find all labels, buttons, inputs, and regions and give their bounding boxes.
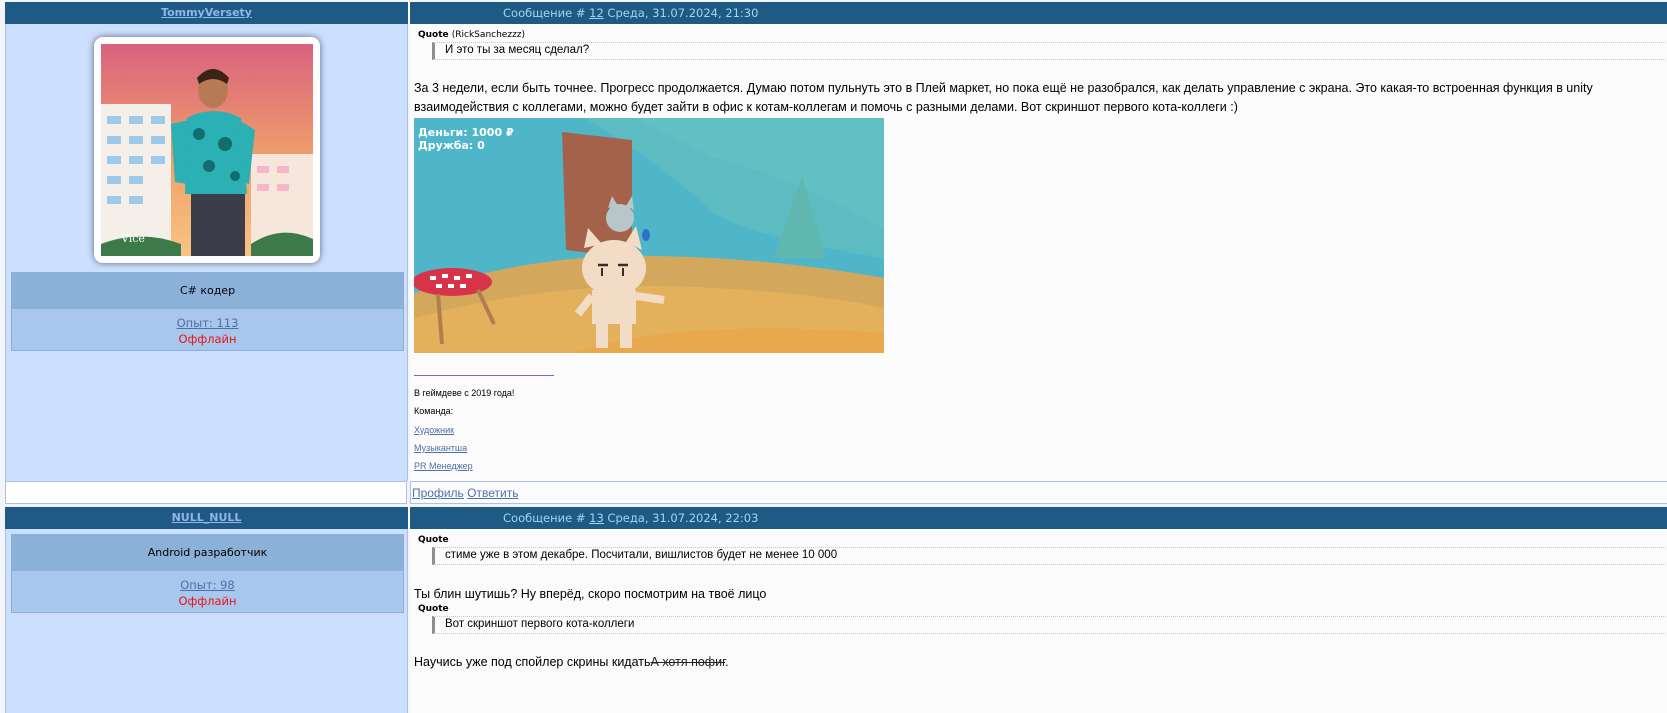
user-panel-tommyversety: Vice C# кодер Опыт: 113 Оффлайн bbox=[5, 24, 408, 481]
post-number-link[interactable]: 13 bbox=[589, 511, 604, 525]
signature-line-1: В геймдеве с 2019 года! bbox=[414, 388, 515, 398]
post-author-cell: NULL_NULL bbox=[5, 507, 408, 529]
signature-link-artist[interactable]: Художник bbox=[414, 425, 454, 435]
quote-box: И это ты за месяц сделал? bbox=[432, 42, 1667, 60]
game-screenshot: Деньги: 1000 ₽ Дружба: 0 bbox=[412, 118, 884, 353]
signature-divider bbox=[414, 375, 554, 376]
post-footer-left bbox=[5, 481, 407, 504]
avatar: Vice bbox=[94, 37, 320, 263]
post-meta: Сообщение # 12 Среда, 31.07.2024, 21:30 bbox=[503, 2, 758, 24]
user-rank: Android разработчик bbox=[12, 535, 403, 571]
signature-link-musician[interactable]: Музыкантша bbox=[414, 443, 467, 453]
experience-link[interactable]: Опыт: 113 bbox=[177, 316, 239, 330]
post-text-line-1: За 3 недели, если быть точнее. Прогресс … bbox=[414, 81, 1593, 95]
signature-link-pr-manager[interactable]: PR Менеджер bbox=[414, 461, 473, 471]
reply-link[interactable]: Ответить bbox=[467, 486, 518, 500]
author-link-null-null[interactable]: NULL_NULL bbox=[172, 511, 242, 524]
profile-link[interactable]: Профиль bbox=[412, 486, 464, 500]
post-date: Среда, 31.07.2024, 22:03 bbox=[607, 511, 759, 525]
post-body-13: Quote стиме уже в этом декабре. Посчитал… bbox=[410, 529, 1667, 713]
quote-label: Quote (RickSanchezzz) bbox=[418, 30, 526, 40]
post-footer-actions: Профиль Ответить bbox=[410, 481, 1667, 504]
quote-box: стиме уже в этом декабре. Посчитали, виш… bbox=[432, 547, 1667, 565]
svg-text:Vice: Vice bbox=[120, 232, 145, 245]
author-link-tommyversety[interactable]: TommyVersety bbox=[161, 6, 252, 19]
post-meta-prefix: Сообщение # bbox=[503, 6, 586, 20]
quote-label: Quote bbox=[418, 535, 449, 545]
status-offline: Оффлайн bbox=[178, 332, 237, 346]
status-offline: Оффлайн bbox=[178, 594, 237, 608]
post-text-line-2: Научись уже под спойлер скрины кидатьА х… bbox=[414, 653, 729, 672]
game-friendship-label: Дружба: 0 bbox=[418, 139, 485, 152]
post-header-12: TommyVersety Сообщение # 12 Среда, 31.07… bbox=[5, 2, 1667, 24]
avatar-image: Vice bbox=[101, 44, 313, 256]
quote-box-2: Вот скриншот первого кота-коллеги bbox=[432, 616, 1667, 634]
experience-link[interactable]: Опыт: 98 bbox=[180, 578, 235, 592]
header-separator bbox=[408, 2, 410, 24]
post-body-12: Quote (RickSanchezzz) И это ты за месяц … bbox=[410, 24, 1667, 481]
post-meta-prefix: Сообщение # bbox=[503, 511, 586, 525]
post-number-link[interactable]: 12 bbox=[589, 6, 604, 20]
post-text-strikethrough: А хотя пофиг bbox=[650, 655, 726, 669]
post-header-13: NULL_NULL Сообщение # 13 Среда, 31.07.20… bbox=[5, 507, 1667, 529]
post-text-main: Научись уже под спойлер скрины кидать bbox=[414, 655, 651, 669]
post-text-line-2: взаимодействия с коллегами, можно будет … bbox=[414, 100, 1238, 114]
user-rank-box: C# кодер Опыт: 113 Оффлайн bbox=[11, 272, 404, 351]
header-separator bbox=[408, 507, 410, 529]
user-rank-box: Android разработчик Опыт: 98 Оффлайн bbox=[11, 534, 404, 613]
game-money-label: Деньги: 1000 ₽ bbox=[418, 126, 514, 139]
user-rank: C# кодер bbox=[12, 273, 403, 309]
post-meta: Сообщение # 13 Среда, 31.07.2024, 22:03 bbox=[503, 507, 758, 529]
avatar-illustration: Vice bbox=[101, 44, 313, 256]
quote-label-2: Quote bbox=[418, 604, 449, 614]
post-author-cell: TommyVersety bbox=[5, 2, 408, 24]
user-panel-null-null: Android разработчик Опыт: 98 Оффлайн bbox=[5, 529, 408, 713]
post-date: Среда, 31.07.2024, 21:30 bbox=[607, 6, 759, 20]
post-text-end: . bbox=[725, 655, 729, 669]
game-screenshot-image: Деньги: 1000 ₽ Дружба: 0 bbox=[412, 118, 884, 353]
signature-line-2: Команда: bbox=[414, 406, 454, 416]
post-text-line-1: Ты блин шутишь? Ну вперёд, скоро посмотр… bbox=[414, 587, 767, 601]
quote-author: (RickSanchezzz) bbox=[451, 30, 526, 40]
